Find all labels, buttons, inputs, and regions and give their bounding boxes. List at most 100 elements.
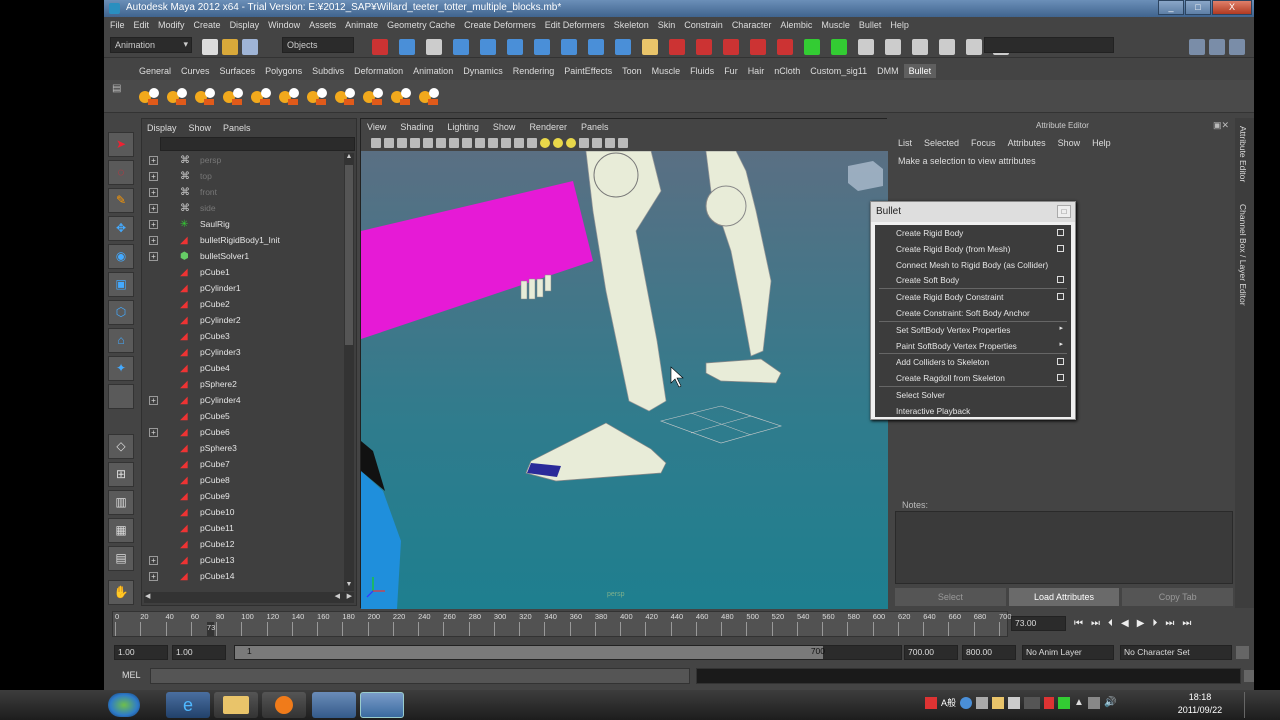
tab-attribute-editor[interactable]: Attribute Editor	[1238, 126, 1248, 182]
uv-icon[interactable]	[885, 39, 901, 55]
paint-select-tool-icon[interactable]: ✎	[108, 188, 134, 213]
play-backward-icon[interactable]: ◀	[1121, 618, 1129, 629]
snap-point-icon[interactable]	[507, 39, 523, 55]
start-time-field[interactable]: 1.00	[114, 645, 168, 660]
go-to-start-icon[interactable]: ⏮	[1074, 618, 1083, 629]
bullet-rigid-body-icon[interactable]	[138, 83, 162, 109]
menu-assets[interactable]: Assets	[309, 20, 336, 30]
menu-file[interactable]: File	[110, 20, 125, 30]
blue-block-mesh[interactable]	[361, 471, 401, 609]
shelf-tab-hair[interactable]: Hair	[743, 64, 770, 78]
bullet-menu-item-create-constraint-soft-body-anchor[interactable]: Create Constraint: Soft Body Anchor	[875, 305, 1071, 321]
bullet-collider-icon[interactable]	[194, 83, 218, 109]
expand-icon[interactable]: +	[149, 188, 158, 197]
menu-skin[interactable]: Skin	[658, 20, 676, 30]
bullet-menu-item-create-soft-body[interactable]: Create Soft Body	[875, 272, 1071, 288]
expand-icon[interactable]: +	[149, 236, 158, 245]
outliner-item-pcube14[interactable]: + ◢ pCube14	[142, 569, 344, 585]
media-player-icon[interactable]	[262, 692, 306, 718]
expand-icon[interactable]: +	[149, 556, 158, 565]
rotate-tool-icon[interactable]: ◉	[108, 244, 134, 269]
maximize-button[interactable]: □	[1185, 0, 1211, 15]
outliner-horizontal-scrollbar[interactable]: ◀ ◀ ▶	[144, 592, 354, 603]
option-box-icon[interactable]	[1057, 244, 1064, 252]
sculpt-icon[interactable]	[777, 39, 793, 55]
script-editor-icon[interactable]	[1244, 670, 1254, 682]
bullet-solver-icon[interactable]	[390, 83, 414, 109]
outliner-item-pcylinder3[interactable]: ◢ pCylinder3	[142, 345, 344, 361]
new-scene-icon[interactable]	[202, 39, 218, 55]
outliner-icon[interactable]	[939, 39, 955, 55]
file-explorer-icon[interactable]	[214, 692, 258, 718]
go-to-end-icon[interactable]: ⏭	[1182, 618, 1191, 629]
bullet-menu-item-paint-softbody-vertex-properties[interactable]: Paint SoftBody Vertex Properties ▸	[875, 338, 1071, 354]
bullet-menu-item-create-rigid-body-constraint[interactable]: Create Rigid Body Constraint	[875, 289, 1071, 305]
outliner-item-pcube5[interactable]: ◢ pCube5	[142, 409, 344, 425]
outliner-item-pcube11[interactable]: ◢ pCube11	[142, 521, 344, 537]
viewport-menu-panels[interactable]: Panels	[581, 122, 609, 132]
shelf-tab-curves[interactable]: Curves	[176, 64, 215, 78]
option-box-icon[interactable]	[1057, 374, 1064, 382]
keyboard-icon[interactable]	[976, 696, 989, 709]
tray-app-icon[interactable]	[925, 696, 937, 709]
shelf-tab-ncloth[interactable]: nCloth	[769, 64, 805, 78]
film-gate-icon[interactable]	[436, 138, 446, 148]
viewport-menu-view[interactable]: View	[367, 122, 386, 132]
anim-layer-dropdown[interactable]: No Anim Layer	[1022, 645, 1114, 660]
last-tool-icon[interactable]	[108, 384, 134, 409]
menu-muscle[interactable]: Muscle	[821, 20, 850, 30]
network-app-icon[interactable]	[312, 692, 356, 718]
tool-settings-toggle-icon[interactable]	[1209, 39, 1225, 55]
menu-create-deformers[interactable]: Create Deformers	[464, 20, 536, 30]
bullet-menu-item-create-ragdoll-from-skeleton[interactable]: Create Ragdoll from Skeleton	[875, 370, 1071, 386]
bullet-menu-item-add-colliders-to-skeleton[interactable]: Add Colliders to Skeleton	[875, 354, 1071, 370]
maya-taskbar-icon[interactable]	[360, 692, 404, 718]
transform-icon[interactable]	[858, 39, 874, 55]
playback-start-field[interactable]: 1.00	[172, 645, 226, 660]
scroll-up-icon[interactable]: ▲	[344, 153, 354, 163]
viewport-scene[interactable]: persp	[361, 151, 888, 609]
graph-layout-icon[interactable]: ▦	[108, 518, 134, 543]
snap-grid-icon[interactable]	[453, 39, 469, 55]
menu-set-dropdown[interactable]: Animation ▾	[110, 37, 192, 53]
network-icon[interactable]	[1088, 696, 1101, 709]
outliner-item-pcube7[interactable]: ◢ pCube7	[142, 457, 344, 473]
option-box-icon[interactable]	[1057, 293, 1064, 301]
render-icon[interactable]	[615, 39, 631, 55]
clock[interactable]: 18:18 2011/09/22	[1170, 691, 1230, 717]
internet-explorer-icon[interactable]: e	[166, 692, 210, 718]
attribute-editor-toggle-icon[interactable]	[1189, 39, 1205, 55]
ime-tool-icon[interactable]	[960, 696, 973, 709]
safe-title-icon[interactable]	[488, 138, 498, 148]
playback-end-field[interactable]: 700.00	[904, 645, 958, 660]
lock-icon[interactable]	[723, 39, 739, 55]
character-set-dropdown[interactable]: No Character Set	[1120, 645, 1232, 660]
channel-box-toggle-icon[interactable]	[1229, 39, 1245, 55]
key-icon[interactable]	[1236, 646, 1249, 659]
play-forward-icon[interactable]: ▶	[1137, 618, 1145, 629]
outliner-item-pcube2[interactable]: ◢ pCube2	[142, 297, 344, 313]
bullet-menu-item-select-solver[interactable]: Select Solver	[875, 387, 1071, 403]
bullet-ragdoll-icon[interactable]	[362, 83, 386, 109]
tray-settings-icon[interactable]	[1008, 696, 1021, 709]
view-cube-icon[interactable]	[848, 161, 883, 191]
manipulator-tool-icon[interactable]: ⬡	[108, 300, 134, 325]
outliner-layout-icon[interactable]: ▥	[108, 490, 134, 515]
minimize-button[interactable]: _	[1158, 0, 1184, 15]
menu-character[interactable]: Character	[732, 20, 772, 30]
shelf-tab-deformation[interactable]: Deformation	[349, 64, 408, 78]
bullet-constraint-icon[interactable]	[222, 83, 246, 109]
outliner-item-bulletsolver1[interactable]: + ⬢ bulletSolver1	[142, 249, 344, 265]
mel-label[interactable]: MEL	[122, 670, 141, 680]
bullet-menu-item-connect-mesh-to-rigid-body-as-collider[interactable]: Connect Mesh to Rigid Body (as Collider)	[875, 257, 1071, 273]
shelf-tab-surfaces[interactable]: Surfaces	[215, 64, 261, 78]
current-time-field[interactable]: 73.00	[1011, 616, 1066, 631]
save-scene-icon[interactable]	[242, 39, 258, 55]
outliner-item-pcube12[interactable]: ◢ pCube12	[142, 537, 344, 553]
expand-icon[interactable]: +	[149, 156, 158, 165]
outliner-item-pcylinder4[interactable]: + ◢ pCylinder4	[142, 393, 344, 409]
bullet-menu-item-interactive-playback[interactable]: Interactive Playback	[875, 403, 1071, 419]
outliner-item-pcube13[interactable]: + ◢ pCube13	[142, 553, 344, 569]
bullet-playback-icon[interactable]	[418, 83, 442, 109]
step-forward-frame-icon[interactable]: ⏵	[1152, 618, 1157, 629]
